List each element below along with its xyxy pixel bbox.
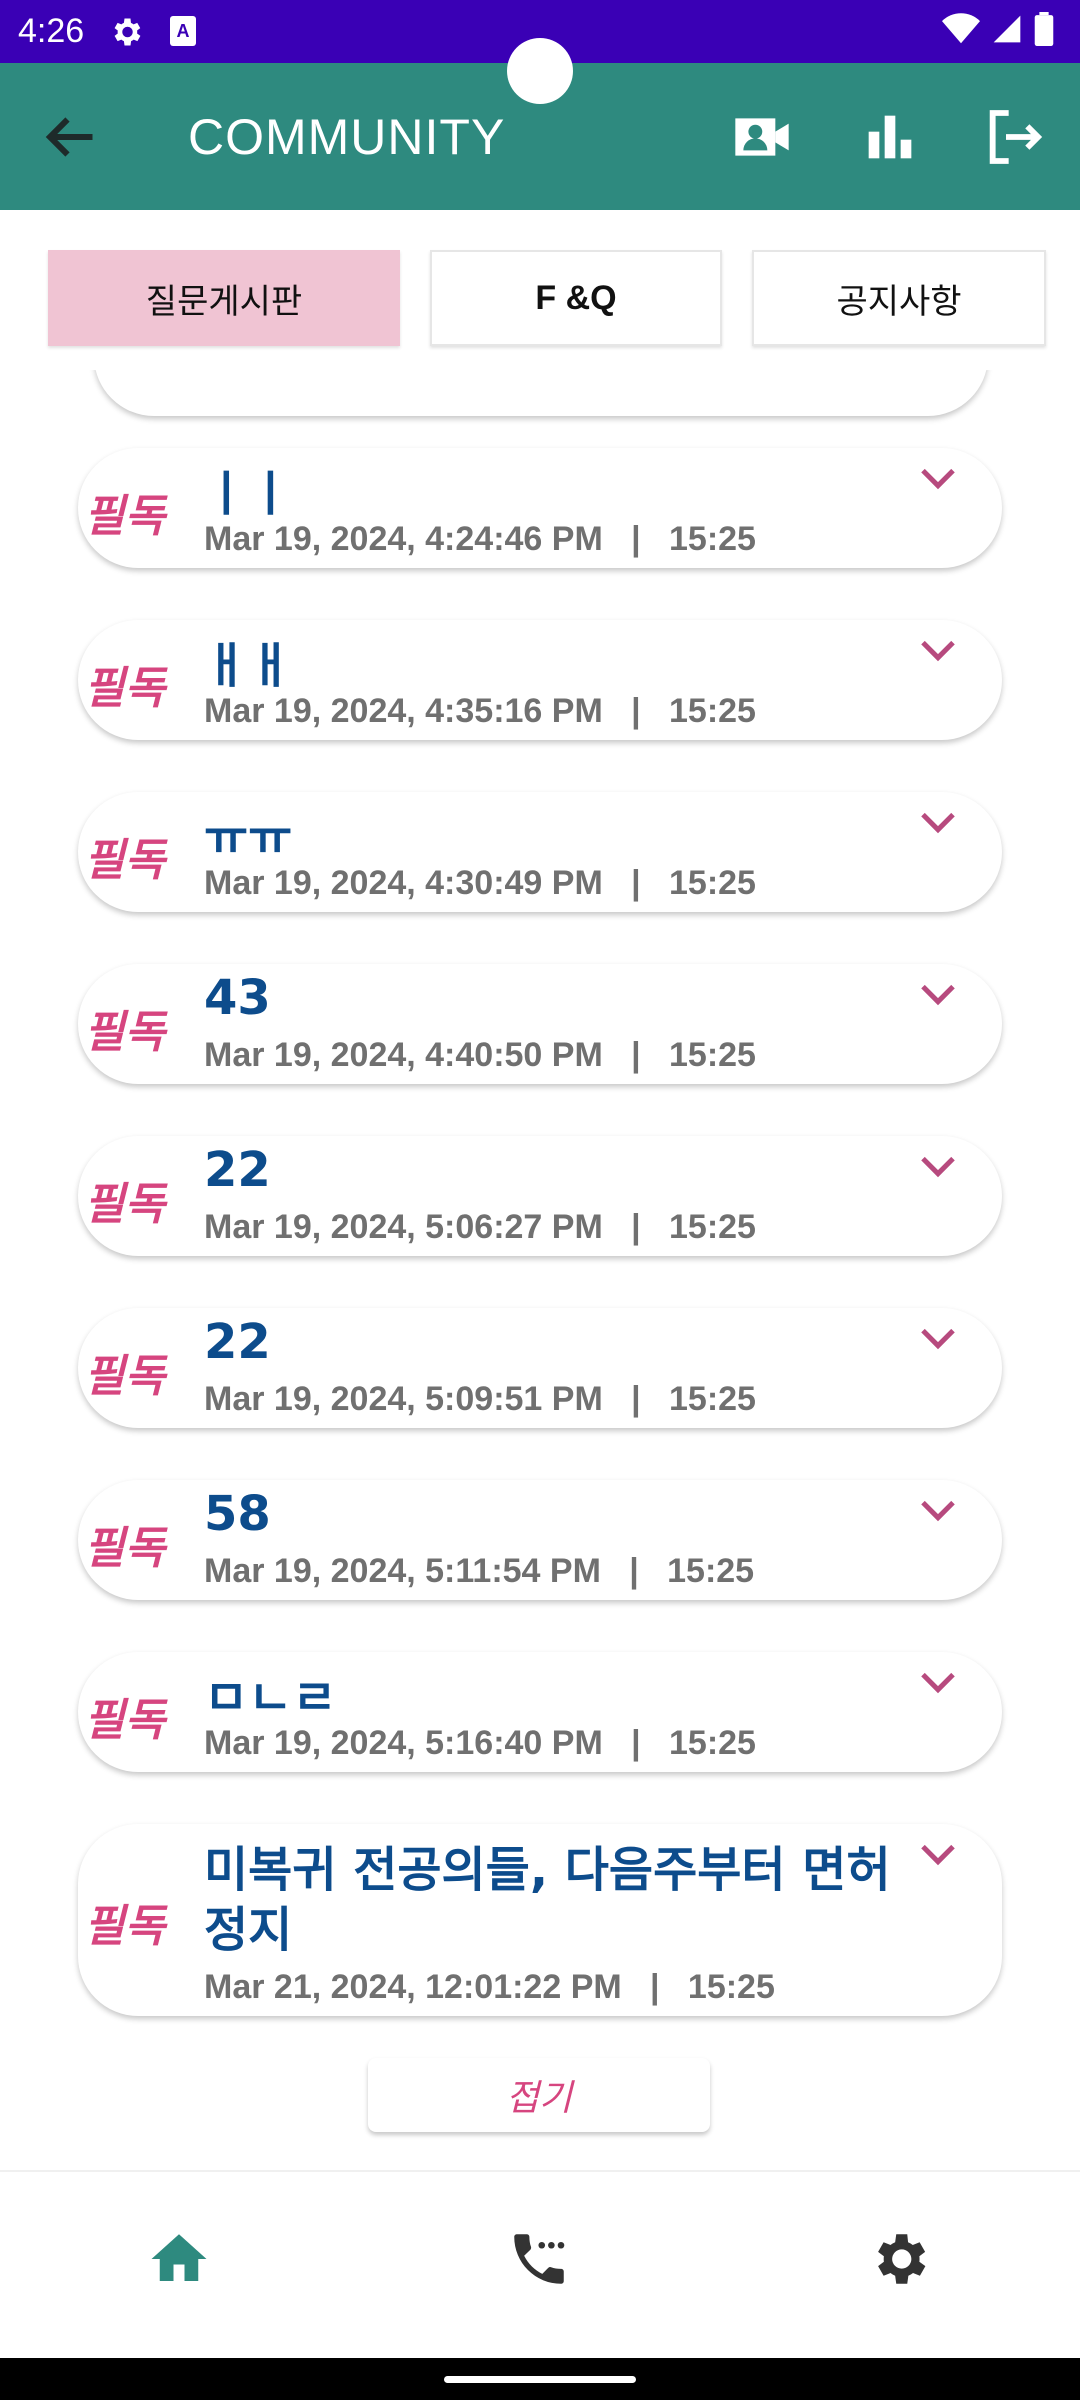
chevron-down-icon[interactable] bbox=[918, 466, 958, 492]
post-title: ㅣㅣ bbox=[204, 466, 293, 522]
post-meta: Mar 19, 2024, 5:11:54 PM | 15:25 bbox=[204, 1552, 754, 1591]
bar-chart-icon[interactable] bbox=[858, 105, 922, 169]
post-separator: | bbox=[631, 520, 641, 558]
camera-cutout bbox=[507, 38, 573, 104]
post-separator: | bbox=[631, 692, 641, 730]
post-meta: Mar 19, 2024, 4:30:49 PM | 15:25 bbox=[204, 864, 756, 903]
pinned-tag: 필독 bbox=[84, 1007, 165, 1058]
list-item[interactable]: 필독 22 Mar 19, 2024, 5:09:51 PM | 15:25 bbox=[78, 1308, 1002, 1428]
back-arrow-icon[interactable] bbox=[40, 107, 100, 167]
chevron-down-icon[interactable] bbox=[918, 638, 958, 664]
post-date: Mar 19, 2024, 4:40:50 PM bbox=[204, 1036, 603, 1074]
chevron-down-icon[interactable] bbox=[918, 810, 958, 836]
home-indicator[interactable] bbox=[444, 2376, 636, 2383]
chevron-down-icon[interactable] bbox=[918, 1154, 958, 1180]
post-title: ㅠㅠ bbox=[204, 810, 293, 866]
post-count: 15:25 bbox=[669, 520, 756, 558]
post-count: 15:25 bbox=[687, 1968, 775, 2006]
pinned-tag: 필독 bbox=[84, 1695, 165, 1746]
post-meta: Mar 21, 2024, 12:01:22 PM | 15:25 bbox=[204, 1968, 775, 2007]
status-time: 4:26 bbox=[18, 12, 85, 50]
chevron-down-icon[interactable] bbox=[918, 1842, 958, 1868]
phone-icon[interactable] bbox=[506, 2226, 572, 2292]
post-title: 58 bbox=[204, 1486, 271, 1542]
post-separator: | bbox=[650, 1968, 660, 2006]
post-separator: | bbox=[631, 1208, 641, 1246]
list-item[interactable]: 필독 22 Mar 19, 2024, 5:06:27 PM | 15:25 bbox=[78, 1136, 1002, 1256]
post-meta: Mar 19, 2024, 4:24:46 PM | 15:25 bbox=[204, 520, 756, 559]
post-count: 15:25 bbox=[669, 1036, 756, 1074]
post-meta: Mar 19, 2024, 4:40:50 PM | 15:25 bbox=[204, 1036, 756, 1075]
post-date: Mar 19, 2024, 5:06:27 PM bbox=[204, 1208, 603, 1246]
chevron-down-icon[interactable] bbox=[918, 982, 958, 1008]
settings-status-icon bbox=[114, 18, 141, 46]
status-indicators bbox=[942, 12, 1054, 46]
post-count: 15:25 bbox=[669, 1380, 756, 1418]
tab-fnq[interactable]: F &Q bbox=[430, 250, 722, 346]
post-count: 15:25 bbox=[669, 692, 756, 730]
pinned-tag: 필독 bbox=[84, 1523, 165, 1574]
system-nav-bar bbox=[0, 2358, 1080, 2400]
page-title: COMMUNITY bbox=[188, 109, 506, 165]
post-date: Mar 19, 2024, 4:24:46 PM bbox=[204, 520, 603, 558]
list-item[interactable]: 필독 ㅣㅣ Mar 19, 2024, 4:24:46 PM | 15:25 bbox=[78, 448, 1002, 568]
post-title: 43 bbox=[204, 970, 271, 1026]
post-date: Mar 19, 2024, 4:30:49 PM bbox=[204, 864, 603, 902]
list-item[interactable]: 필독 미복귀 전공의들, 다음주부터 면허 정지 Mar 21, 2024, 1… bbox=[78, 1824, 1002, 2016]
settings-icon[interactable] bbox=[866, 2226, 932, 2292]
a-status-icon: A bbox=[170, 16, 196, 46]
pinned-tag: 필독 bbox=[84, 1901, 165, 1952]
battery-icon bbox=[1034, 12, 1054, 46]
chevron-down-icon[interactable] bbox=[918, 1498, 958, 1524]
post-separator: | bbox=[631, 1724, 641, 1762]
post-title: 미복귀 전공의들, 다음주부터 면허 bbox=[204, 1842, 891, 1898]
chevron-down-icon[interactable] bbox=[918, 1326, 958, 1352]
post-title: 22 bbox=[204, 1142, 271, 1198]
post-separator: | bbox=[631, 1380, 641, 1418]
pinned-tag: 필독 bbox=[84, 1351, 165, 1402]
tab-notices[interactable]: 공지사항 bbox=[752, 250, 1046, 346]
pinned-tag: 필독 bbox=[84, 1179, 165, 1230]
post-title: ㅐㅐ bbox=[204, 638, 293, 694]
post-count: 15:25 bbox=[667, 1552, 755, 1590]
list-item[interactable]: 필독 ㅠㅠ Mar 19, 2024, 4:30:49 PM | 15:25 bbox=[78, 792, 1002, 912]
post-separator: | bbox=[631, 1036, 641, 1074]
post-meta: Mar 19, 2024, 5:16:40 PM | 15:25 bbox=[204, 1724, 756, 1763]
post-separator: | bbox=[631, 864, 641, 902]
list-item[interactable]: 필독 ㅁㄴㄹ Mar 19, 2024, 5:16:40 PM | 15:25 bbox=[78, 1652, 1002, 1772]
list-item-partial[interactable] bbox=[94, 370, 988, 416]
post-separator: | bbox=[629, 1552, 639, 1590]
pinned-tag: 필독 bbox=[84, 835, 165, 886]
video-contact-icon[interactable] bbox=[730, 105, 794, 169]
post-date: Mar 19, 2024, 5:11:54 PM bbox=[204, 1552, 601, 1590]
tab-bar: 질문게시판 F &Q 공지사항 bbox=[0, 210, 1080, 370]
post-title: ㅁㄴㄹ bbox=[204, 1670, 337, 1726]
post-list[interactable]: 필독 ㅣㅣ Mar 19, 2024, 4:24:46 PM | 15:25 필… bbox=[0, 370, 1080, 2170]
chevron-down-icon[interactable] bbox=[918, 1670, 958, 1696]
post-date: Mar 21, 2024, 12:01:22 PM bbox=[204, 1968, 622, 2006]
wifi-icon bbox=[942, 13, 980, 44]
bottom-nav bbox=[0, 2170, 1080, 2358]
post-meta: Mar 19, 2024, 5:09:51 PM | 15:25 bbox=[204, 1380, 756, 1419]
tab-question-board[interactable]: 질문게시판 bbox=[48, 250, 400, 346]
post-meta: Mar 19, 2024, 5:06:27 PM | 15:25 bbox=[204, 1208, 756, 1247]
post-count: 15:25 bbox=[669, 1208, 756, 1246]
post-date: Mar 19, 2024, 5:16:40 PM bbox=[204, 1724, 603, 1762]
signal-icon bbox=[993, 15, 1021, 43]
pinned-tag: 필독 bbox=[84, 663, 165, 714]
collapse-button[interactable]: 접기 bbox=[368, 2058, 710, 2132]
post-count: 15:25 bbox=[669, 864, 756, 902]
post-title: 22 bbox=[204, 1314, 271, 1370]
list-item[interactable]: 필독 ㅐㅐ Mar 19, 2024, 4:35:16 PM | 15:25 bbox=[78, 620, 1002, 740]
post-date: Mar 19, 2024, 4:35:16 PM bbox=[204, 692, 603, 730]
post-title-line2: 정지 bbox=[204, 1902, 293, 1958]
post-meta: Mar 19, 2024, 4:35:16 PM | 15:25 bbox=[204, 692, 756, 731]
list-item[interactable]: 필독 43 Mar 19, 2024, 4:40:50 PM | 15:25 bbox=[78, 964, 1002, 1084]
pinned-tag: 필독 bbox=[84, 491, 165, 542]
logout-icon[interactable] bbox=[982, 105, 1046, 169]
post-date: Mar 19, 2024, 5:09:51 PM bbox=[204, 1380, 603, 1418]
post-count: 15:25 bbox=[669, 1724, 756, 1762]
list-item[interactable]: 필독 58 Mar 19, 2024, 5:11:54 PM | 15:25 bbox=[78, 1480, 1002, 1600]
home-icon[interactable] bbox=[146, 2226, 212, 2292]
